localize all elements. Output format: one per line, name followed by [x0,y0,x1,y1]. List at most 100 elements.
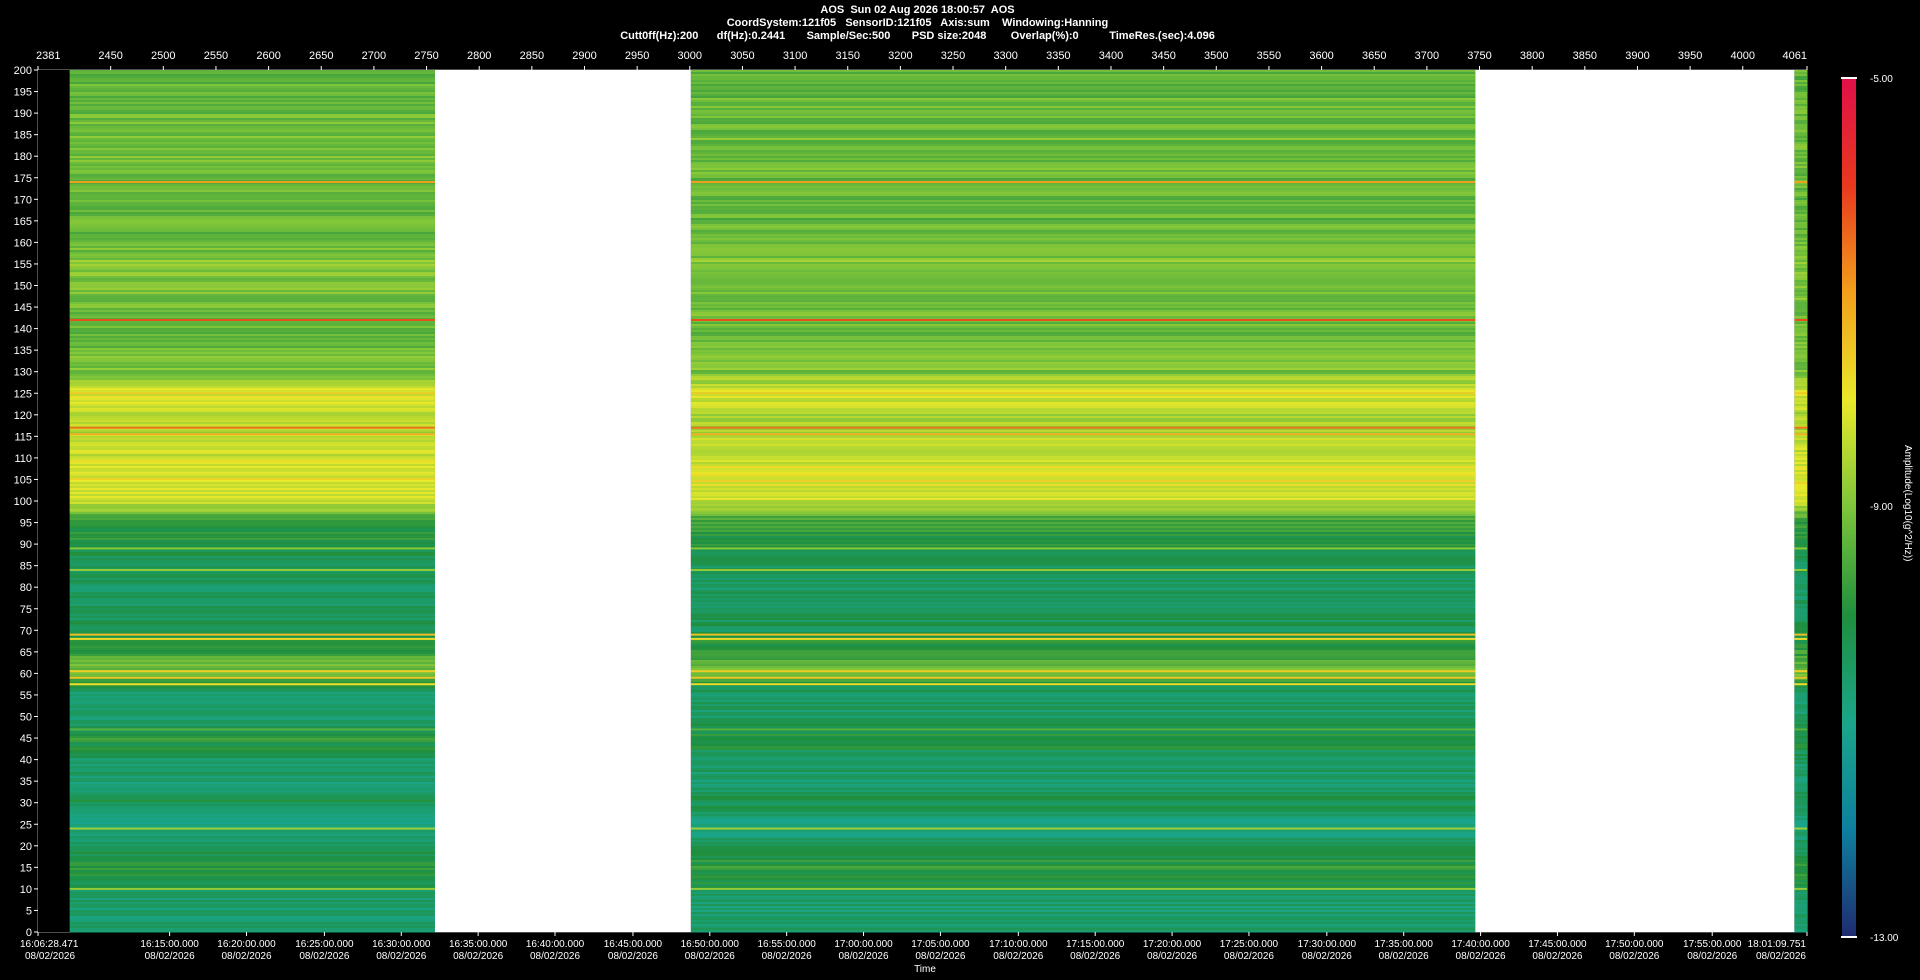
leading-margin [38,70,70,932]
spectral-line [69,683,435,686]
heatmap-segment-2 [690,70,1476,933]
time-tick-label: 17:25:00.000 [1220,939,1279,950]
y-tick-label: 40 [20,755,32,767]
data-gap [434,70,691,932]
top-tick-label: 3200 [888,50,912,62]
top-tick-label: 3950 [1678,50,1702,62]
y-tick-label: 15 [20,862,32,874]
time-tick-label: 16:15:00.000 [140,939,199,950]
top-tick-label: 2600 [256,50,280,62]
heatmap-band [690,930,1476,933]
y-tick-label: 180 [14,151,32,163]
y-tick-label: 200 [14,65,32,77]
top-tick-label: 2650 [309,50,333,62]
top-tick-label: 3850 [1573,50,1597,62]
spectral-line [690,670,1476,673]
top-tick-label: 4061 [1783,50,1807,62]
colorbar [1842,78,1856,938]
spectral-line [1794,181,1807,184]
spectral-line [690,547,1476,550]
time-tick-label: 17:35:00.000 [1375,939,1434,950]
spectral-line [1794,670,1807,673]
top-tick-label: 3550 [1257,50,1281,62]
spectral-line [1794,426,1807,429]
date-tick-label: 08/02/2026 [993,951,1043,962]
spectral-line [690,318,1476,321]
spectral-line [1794,392,1807,395]
heatmap-segment-1 [69,70,435,933]
spectral-line [69,670,435,673]
spectral-line [69,426,435,429]
colorbar-title: Amplitude(Log10(g^2/Hz)) [1902,445,1913,561]
spectral-line [690,508,1476,511]
spectral-line [690,568,1476,571]
spectral-line [69,508,435,511]
top-tick-label: 3750 [1467,50,1491,62]
colorbar-min-label: -13.00 [1870,933,1899,944]
top-tick-label: 3100 [783,50,807,62]
top-tick-label: 2550 [204,50,228,62]
top-tick-label: 3700 [1415,50,1439,62]
time-tick-label: 16:06:28.471 [20,939,79,950]
top-tick-label: 3650 [1362,50,1386,62]
y-tick-label: 195 [14,87,32,99]
time-tick-label: 17:30:00.000 [1298,939,1357,950]
time-tick-label: 17:10:00.000 [989,939,1048,950]
time-tick-label: 16:40:00.000 [526,939,585,950]
y-tick-label: 100 [14,496,32,508]
date-tick-label: 08/02/2026 [1609,951,1659,962]
colorbar-max-label: -5.00 [1870,74,1893,85]
y-tick-label: 105 [14,474,32,486]
date-tick-label: 08/02/2026 [376,951,426,962]
spectral-line [1794,508,1807,511]
spectral-line [690,827,1476,830]
top-tick-label: 3050 [730,50,754,62]
spectral-line [1794,433,1807,436]
time-tick-label: 16:55:00.000 [757,939,816,950]
spectral-line [1794,827,1807,830]
date-tick-label: 08/02/2026 [915,951,965,962]
spectral-line [69,827,435,830]
top-tick-label: 2500 [151,50,175,62]
date-tick-label: 08/02/2026 [685,951,735,962]
time-tick-label: 17:55:00.000 [1683,939,1742,950]
time-tick-label: 17:15:00.000 [1066,939,1125,950]
heatmap-segment-3 [1794,70,1807,933]
date-tick-label: 08/02/2026 [1224,951,1274,962]
y-tick-label: 5 [26,905,32,917]
date-tick-label: 08/02/2026 [1379,951,1429,962]
top-tick-label: 3450 [1151,50,1175,62]
spectral-line [690,181,1476,184]
spectral-line [690,728,1476,731]
top-tick-label: 2850 [520,50,544,62]
time-tick-label: 16:25:00.000 [295,939,354,950]
spectrogram-chart: 2381 2450 2500 2550 2600 2650 2700 2750 2800 2850… [14,50,1913,975]
date-tick-label: 08/02/2026 [299,951,349,962]
time-tick-label: 17:40:00.000 [1451,939,1510,950]
date-tick-label: 08/02/2026 [762,951,812,962]
y-tick-label: 135 [14,345,32,357]
spectral-line [690,392,1476,395]
top-tick-label: 2950 [625,50,649,62]
y-tick-label: 175 [14,173,32,185]
spectral-line [1794,318,1807,321]
spectral-line [69,433,435,436]
y-tick-label: 145 [14,302,32,314]
spectral-line [1794,568,1807,571]
spectral-line [69,887,435,890]
date-tick-label: 08/02/2026 [1302,951,1352,962]
spectral-line [690,683,1476,686]
y-tick-label: 50 [20,712,32,724]
y-tick-label: 75 [20,604,32,616]
top-tick-label: 3900 [1625,50,1649,62]
y-tick-label: 125 [14,388,32,400]
y-tick-label: 80 [20,582,32,594]
y-tick-label: 110 [14,453,32,465]
spectral-line [1794,676,1807,679]
spectral-line [690,433,1476,436]
date-tick-label: 08/02/2026 [1687,951,1737,962]
top-tick-label: 3400 [1099,50,1123,62]
spectral-line [1794,637,1807,640]
top-tick-label: 3600 [1309,50,1333,62]
spectral-line [69,676,435,679]
